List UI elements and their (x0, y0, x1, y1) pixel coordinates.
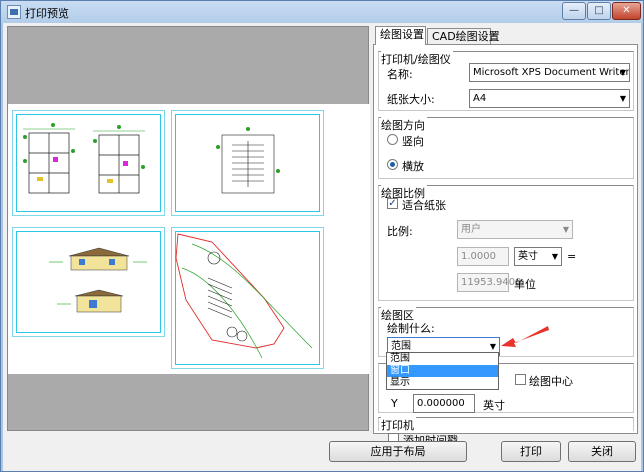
print-preview-window: 打印预览 — □ ✕ 绘图设置 CAD绘图设置 打印机/绘图仪 名称: Micr… (0, 0, 644, 472)
dialog-client: 绘图设置 CAD绘图设置 打印机/绘图仪 名称: Microsoft XPS D… (3, 23, 641, 471)
red-arrow-annotation (501, 326, 549, 347)
maximize-button[interactable]: □ (587, 2, 611, 20)
minimize-button[interactable]: — (562, 2, 586, 20)
app-icon (7, 5, 21, 19)
window-title: 打印预览 (25, 7, 69, 20)
close-window-button[interactable]: ✕ (612, 2, 641, 20)
title-bar[interactable]: 打印预览 — □ ✕ (1, 1, 643, 23)
